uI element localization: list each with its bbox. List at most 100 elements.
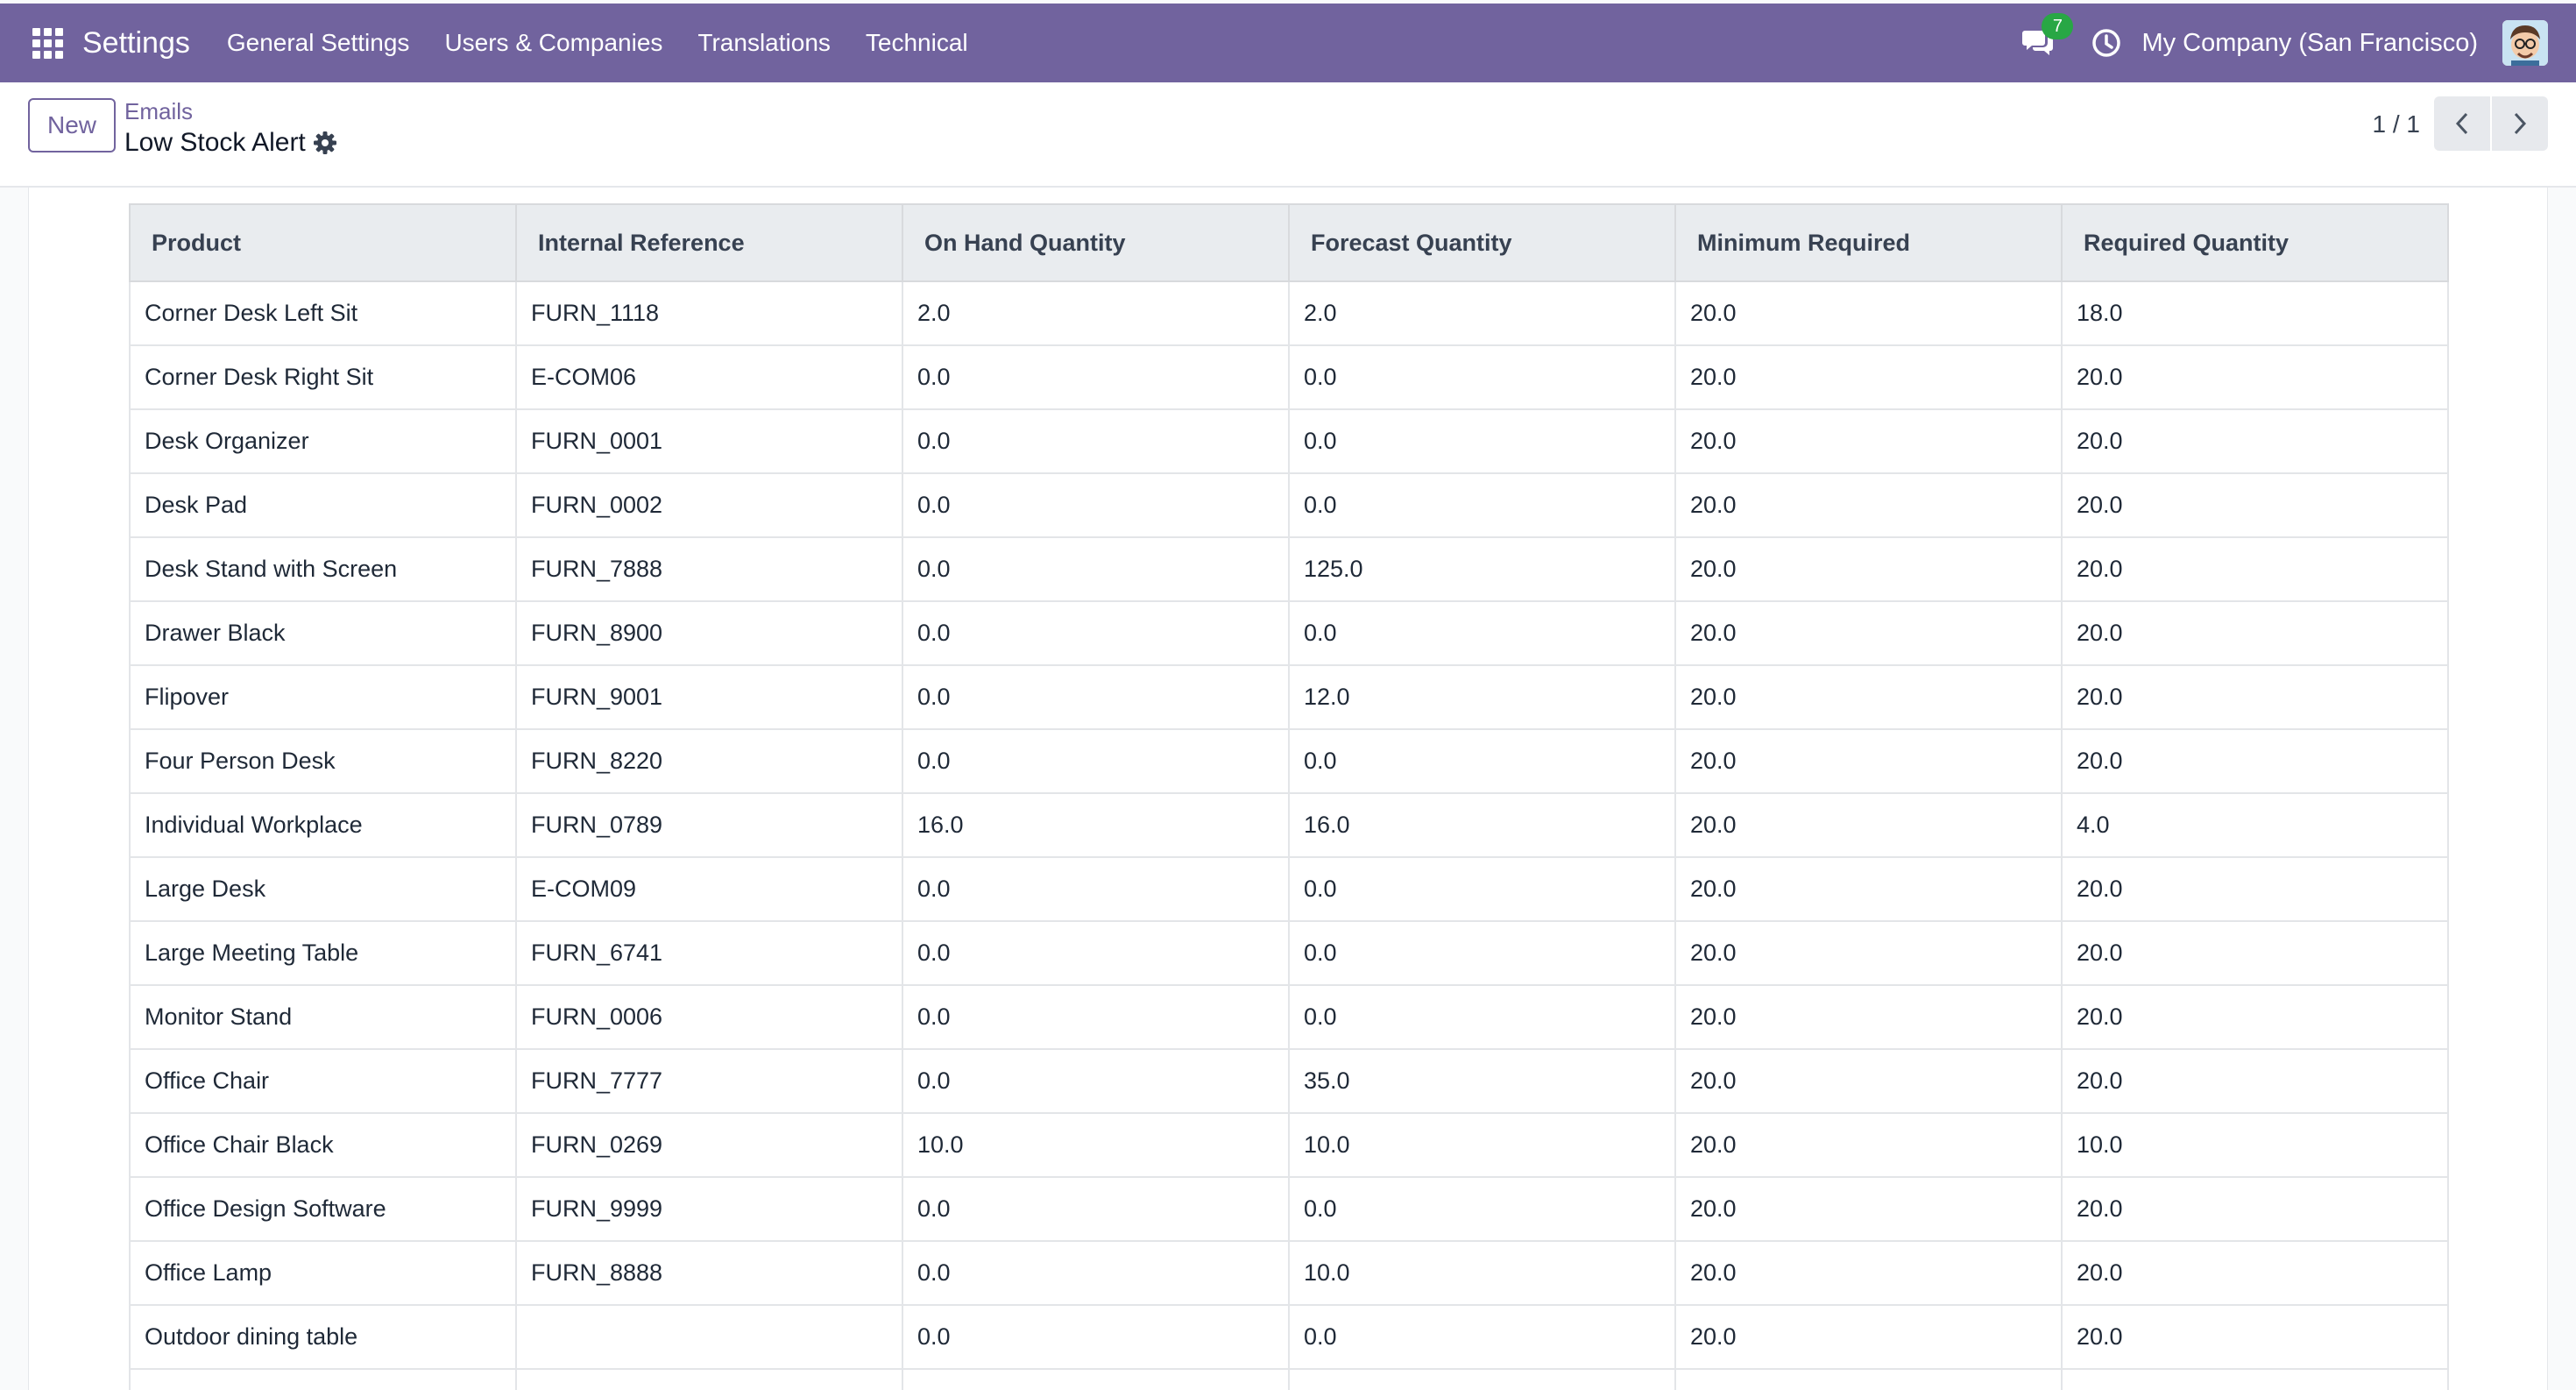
cell-forecast-quantity: 10.0: [1288, 1112, 1676, 1178]
pager-previous-button[interactable]: [2434, 96, 2490, 151]
cell-product: Corner Desk Left Sit: [129, 280, 517, 346]
cell-minimum-required: 20.0: [1674, 984, 2063, 1050]
menu-users-companies[interactable]: Users & Companies: [427, 29, 680, 57]
table-row: Monitor Stand FURN_0006 0.0 0.0 20.0 20.0: [129, 984, 2449, 1050]
cell-minimum-required: 20.0: [1674, 728, 2063, 794]
menu-translations[interactable]: Translations: [680, 29, 847, 57]
cell-forecast-quantity: 0.0: [1288, 920, 1676, 986]
control-panel: New Emails Low Stock Alert 1 / 1: [0, 82, 2576, 188]
chevron-right-icon: [2514, 112, 2527, 135]
menu-technical[interactable]: Technical: [848, 29, 986, 57]
messaging-button[interactable]: 7: [2019, 13, 2074, 62]
cell-internal-reference: FURN_0006: [515, 984, 903, 1050]
activity-button[interactable]: [2089, 25, 2124, 60]
cell-product: Four Person Desk: [129, 728, 517, 794]
cell-on-hand-quantity: 0.0: [902, 1240, 1290, 1306]
column-header-required-quantity: Required Quantity: [2061, 203, 2449, 282]
pager-buttons: [2434, 96, 2548, 151]
cell-on-hand-quantity: 0.0: [902, 408, 1290, 474]
cell-internal-reference: FURN_7777: [515, 1048, 903, 1114]
cell-forecast-quantity: 10.0: [1288, 1240, 1676, 1306]
column-header-minimum-required: Minimum Required: [1674, 203, 2063, 282]
table-row: Drawer Black FURN_8900 0.0 0.0 20.0 20.0: [129, 600, 2449, 666]
cell-required-quantity: 20.0: [2061, 344, 2449, 410]
cell-minimum-required: 20.0: [1674, 1240, 2063, 1306]
cell-internal-reference: FURN_1118: [515, 280, 903, 346]
cell-forecast-quantity: 0.0: [1288, 1176, 1676, 1242]
cell-required-quantity: 20.0: [2061, 856, 2449, 922]
cell-required-quantity: 20.0: [2061, 1240, 2449, 1306]
gear-icon[interactable]: [312, 130, 338, 156]
cell-minimum-required: 20.0: [1674, 280, 2063, 346]
cell-forecast-quantity: 0.0: [1288, 856, 1676, 922]
table-row: Corner Desk Right Sit E-COM06 0.0 0.0 20.0 20…: [129, 344, 2449, 410]
cell-on-hand-quantity: 0.0: [902, 536, 1290, 602]
cell-on-hand-quantity: 16.0: [902, 792, 1290, 858]
cell-internal-reference: FURN_9999: [515, 1176, 903, 1242]
user-avatar[interactable]: [2502, 20, 2548, 66]
apps-menu-icon[interactable]: [26, 22, 68, 64]
clock-icon: [2092, 29, 2121, 57]
cell-required-quantity: 18.0: [2061, 280, 2449, 346]
cell-on-hand-quantity: 0.0: [902, 664, 1290, 730]
cell-internal-reference: FURN_0269: [515, 1112, 903, 1178]
table-row: Individual Workplace FURN_0789 16.0 16.0 20.…: [129, 792, 2449, 858]
cell-required-quantity: 20.0: [2061, 536, 2449, 602]
cell-product: Office Design Software: [129, 1176, 517, 1242]
pager-value[interactable]: 1 / 1: [2373, 110, 2420, 138]
cell-forecast-quantity: 35.0: [1288, 1048, 1676, 1114]
cell-minimum-required: [1674, 1368, 2063, 1390]
cell-minimum-required: 20.0: [1674, 472, 2063, 538]
cell-on-hand-quantity: 0.0: [902, 728, 1290, 794]
menu-general-settings[interactable]: General Settings: [209, 29, 428, 57]
table-row: Office Chair FURN_7777 0.0 35.0 20.0 20.0: [129, 1048, 2449, 1114]
cell-minimum-required: 20.0: [1674, 536, 2063, 602]
low-stock-table: Product Internal Reference On Hand Quantit…: [129, 203, 2449, 1390]
table-header-row: Product Internal Reference On Hand Quantit…: [129, 203, 2449, 282]
table-row: Flipover FURN_9001 0.0 12.0 20.0 20.0: [129, 664, 2449, 730]
cell-forecast-quantity: 0.0: [1288, 600, 1676, 666]
cell-required-quantity: 20.0: [2061, 1176, 2449, 1242]
cell-on-hand-quantity: [902, 1368, 1290, 1390]
pager-next-button[interactable]: [2492, 96, 2548, 151]
cell-product: Outdoor dining table: [129, 1304, 517, 1370]
cell-required-quantity: 20.0: [2061, 1304, 2449, 1370]
cell-forecast-quantity: 0.0: [1288, 344, 1676, 410]
cell-on-hand-quantity: 0.0: [902, 984, 1290, 1050]
table-row: [129, 1368, 2449, 1390]
cell-required-quantity: 20.0: [2061, 664, 2449, 730]
chat-count-badge: 7: [2042, 13, 2074, 39]
cell-product: Monitor Stand: [129, 984, 517, 1050]
cell-product: Individual Workplace: [129, 792, 517, 858]
cell-minimum-required: 20.0: [1674, 1112, 2063, 1178]
new-button[interactable]: New: [28, 98, 116, 152]
cell-forecast-quantity: 125.0: [1288, 536, 1676, 602]
cell-internal-reference: FURN_0002: [515, 472, 903, 538]
cell-minimum-required: 20.0: [1674, 792, 2063, 858]
cell-forecast-quantity: 12.0: [1288, 664, 1676, 730]
cell-forecast-quantity: 0.0: [1288, 728, 1676, 794]
table-row: Outdoor dining table 0.0 0.0 20.0 20.0: [129, 1304, 2449, 1370]
cell-minimum-required: 20.0: [1674, 600, 2063, 666]
company-switcher[interactable]: My Company (San Francisco): [2141, 29, 2478, 58]
table-row: Office Lamp FURN_8888 0.0 10.0 20.0 20.0: [129, 1240, 2449, 1306]
cell-on-hand-quantity: 0.0: [902, 1176, 1290, 1242]
cell-required-quantity: 20.0: [2061, 984, 2449, 1050]
cell-product: Large Meeting Table: [129, 920, 517, 986]
navbar-systray: 7 My Company (San Francisco): [2019, 4, 2548, 82]
table-row: Corner Desk Left Sit FURN_1118 2.0 2.0 20.0 1…: [129, 280, 2449, 346]
app-brand[interactable]: Settings: [82, 26, 190, 60]
cell-forecast-quantity: 0.0: [1288, 1304, 1676, 1370]
cell-product: Office Chair Black: [129, 1112, 517, 1178]
cell-forecast-quantity: 0.0: [1288, 984, 1676, 1050]
cell-on-hand-quantity: 2.0: [902, 280, 1290, 346]
cell-internal-reference: FURN_8888: [515, 1240, 903, 1306]
cell-product: Desk Stand with Screen: [129, 536, 517, 602]
breadcrumb-emails[interactable]: Emails: [124, 98, 193, 125]
cell-product: Corner Desk Right Sit: [129, 344, 517, 410]
table-body: Corner Desk Left Sit FURN_1118 2.0 2.0 20.0 1…: [129, 280, 2449, 1390]
column-header-internal-reference: Internal Reference: [515, 203, 903, 282]
cell-minimum-required: 20.0: [1674, 664, 2063, 730]
table-row: Large Desk E-COM09 0.0 0.0 20.0 20.0: [129, 856, 2449, 922]
cell-forecast-quantity: 16.0: [1288, 792, 1676, 858]
